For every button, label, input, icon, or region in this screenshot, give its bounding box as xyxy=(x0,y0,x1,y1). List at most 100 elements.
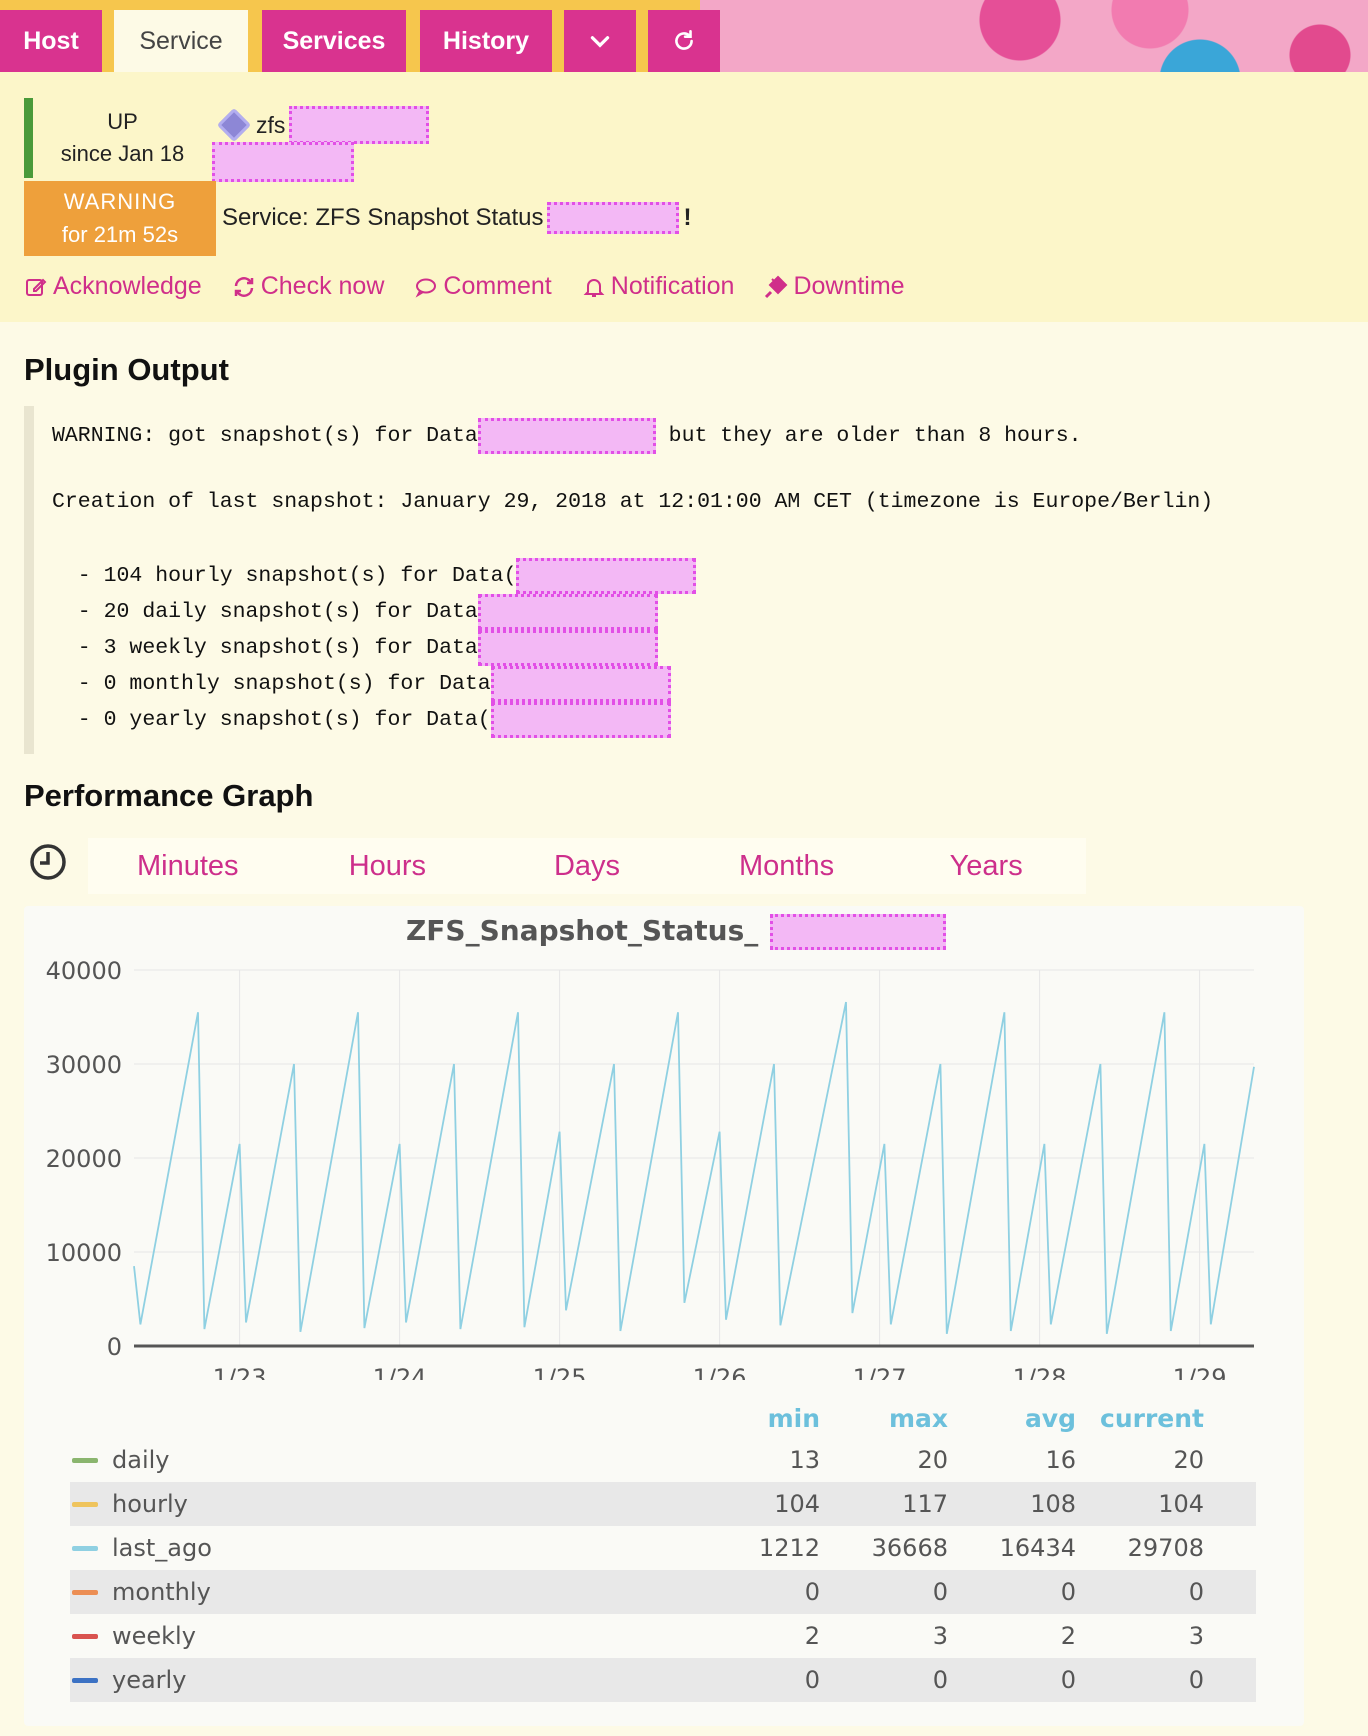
legend-series-name: weekly xyxy=(70,1622,692,1650)
legend-value-min: 1212 xyxy=(758,1534,820,1562)
plugin-output-text: WARNING: got snapshot(s) for Data xyxy=(52,424,478,448)
check-now-label: Check now xyxy=(260,272,385,300)
legend-swatch xyxy=(72,1545,98,1551)
host-name: zfs xyxy=(256,111,286,138)
legend-header-current: current xyxy=(1100,1403,1204,1433)
downtime-action[interactable]: Downtime xyxy=(764,272,905,301)
plugin-output-line: WARNING: got snapshot(s) for Data but th… xyxy=(52,418,1082,454)
y-tick-label: 10000 xyxy=(46,1239,122,1267)
legend-row: daily 13 20 16 20 xyxy=(70,1438,1256,1482)
plugin-output-line: - 104 hourly snapshot(s) for Data( xyxy=(52,558,697,594)
redacted-dataset xyxy=(516,558,697,594)
acknowledge-label: Acknowledge xyxy=(53,272,202,300)
clock-icon[interactable] xyxy=(28,842,68,882)
legend-value-current: 104 xyxy=(1158,1490,1204,1518)
x-tick-label: 1/27 xyxy=(853,1364,907,1380)
service-name: Service: ZFS Snapshot Status xyxy=(222,204,544,231)
legend-value-current: 20 xyxy=(1173,1446,1204,1474)
plugin-output-text: but they are older than 8 hours. xyxy=(655,424,1082,448)
legend-header-max: max xyxy=(888,1403,948,1433)
more-tabs-dropdown[interactable] xyxy=(564,10,636,72)
legend-value-min: 2 xyxy=(804,1622,820,1650)
plugin-output-line: - 0 monthly snapshot(s) for Data xyxy=(52,666,671,702)
x-tick-label: 1/25 xyxy=(533,1364,587,1380)
legend-value-avg: 0 xyxy=(1060,1578,1076,1606)
legend-value-min: 0 xyxy=(804,1666,820,1694)
plugin-output-line: - 3 weekly snapshot(s) for Data xyxy=(52,630,658,666)
tab-host[interactable]: Host xyxy=(0,10,102,72)
legend-header-min: min xyxy=(767,1403,820,1433)
legend-value-avg: 16 xyxy=(1045,1446,1076,1474)
legend-series-name: last_ago xyxy=(70,1534,692,1562)
legend-series-name: monthly xyxy=(70,1578,692,1606)
check-now-action[interactable]: Check now xyxy=(232,272,385,301)
service-actions: Acknowledge Check now Comment Notificati… xyxy=(24,272,935,301)
host-state-since: since Jan 18 xyxy=(60,141,185,166)
chart: 0 10000 20000 30000 40000 1/23 1/24 1/25 1/26 1/2… xyxy=(46,957,1255,1380)
tab-bar: Host Service Services History xyxy=(0,0,1368,72)
downtime-label: Downtime xyxy=(793,272,905,300)
legend-value-max: 117 xyxy=(902,1490,948,1518)
tab-service[interactable]: Service xyxy=(114,10,248,72)
plugin-output: WARNING: got snapshot(s) for Data but th… xyxy=(24,406,1344,754)
plugin-output-text: - 20 daily snapshot(s) for Data xyxy=(52,600,478,624)
bell-icon xyxy=(583,278,605,297)
legend-value-min: 13 xyxy=(789,1446,820,1474)
legend-swatch xyxy=(72,1677,98,1683)
redacted-dataset xyxy=(490,666,671,702)
legend-label: weekly xyxy=(112,1622,196,1650)
chevron-down-icon xyxy=(590,36,610,48)
legend-value-avg: 16434 xyxy=(999,1534,1076,1562)
legend-value-avg: 108 xyxy=(1030,1490,1076,1518)
service-state-duration: for 21m 52s xyxy=(61,222,179,247)
plugin-output-text: - 104 hourly snapshot(s) for Data( xyxy=(52,564,517,588)
legend-value-max: 0 xyxy=(932,1666,948,1694)
plugin-output-line: - 0 yearly snapshot(s) for Data( xyxy=(52,702,671,738)
performance-graph-heading: Performance Graph xyxy=(24,778,314,813)
x-tick-label: 1/29 xyxy=(1173,1364,1227,1380)
redacted-dataset xyxy=(477,418,656,454)
comment-action[interactable]: Comment xyxy=(414,272,552,301)
legend-value-max: 36668 xyxy=(871,1534,948,1562)
legend-label: hourly xyxy=(112,1490,188,1518)
legend-header-avg: avg xyxy=(1024,1403,1076,1433)
refresh-icon xyxy=(234,276,253,297)
refresh-button[interactable] xyxy=(648,10,720,72)
redacted-dataset xyxy=(490,702,671,738)
range-hours[interactable]: Hours xyxy=(288,838,488,894)
y-tick-label: 0 xyxy=(107,1333,122,1361)
acknowledge-action[interactable]: Acknowledge xyxy=(24,272,202,301)
redacted-dataset xyxy=(477,594,658,630)
legend-value-max: 20 xyxy=(917,1446,948,1474)
tab-history[interactable]: History xyxy=(420,10,552,72)
legend-row: weekly 2 3 2 3 xyxy=(70,1614,1256,1658)
legend-label: last_ago xyxy=(112,1534,212,1562)
plugin-output-text: - 0 monthly snapshot(s) for Data xyxy=(52,672,491,696)
range-months[interactable]: Months xyxy=(687,838,887,894)
legend-value-avg: 0 xyxy=(1060,1666,1076,1694)
legend-series-name: yearly xyxy=(70,1666,692,1694)
legend-row: yearly 0 0 0 0 xyxy=(70,1658,1256,1702)
legend-label: daily xyxy=(112,1446,170,1474)
legend-row: last_ago 1212 36668 16434 29708 xyxy=(70,1526,1256,1570)
service-state: WARNING xyxy=(63,189,177,214)
host-state-badge: UP since Jan 18 xyxy=(24,98,212,178)
host-icon xyxy=(217,108,251,142)
range-days[interactable]: Days xyxy=(487,838,687,894)
legend-value-min: 104 xyxy=(774,1490,820,1518)
notification-action[interactable]: Notification xyxy=(582,272,735,301)
host-name-link[interactable]: zfs xyxy=(217,106,430,144)
legend-swatch xyxy=(72,1501,98,1507)
redacted-hostname xyxy=(289,106,430,144)
tab-services[interactable]: Services xyxy=(262,10,406,72)
range-years[interactable]: Years xyxy=(886,838,1086,894)
notification-label: Notification xyxy=(610,272,735,300)
range-minutes[interactable]: Minutes xyxy=(88,838,288,894)
x-tick-label: 1/24 xyxy=(373,1364,427,1380)
plugin-output-line: Creation of last snapshot: January 29, 2… xyxy=(52,490,1214,514)
x-tick-label: 1/28 xyxy=(1013,1364,1067,1380)
redacted-dataset xyxy=(477,630,658,666)
legend-value-avg: 2 xyxy=(1060,1622,1076,1650)
legend-label: monthly xyxy=(112,1578,211,1606)
comment-label: Comment xyxy=(443,272,552,300)
